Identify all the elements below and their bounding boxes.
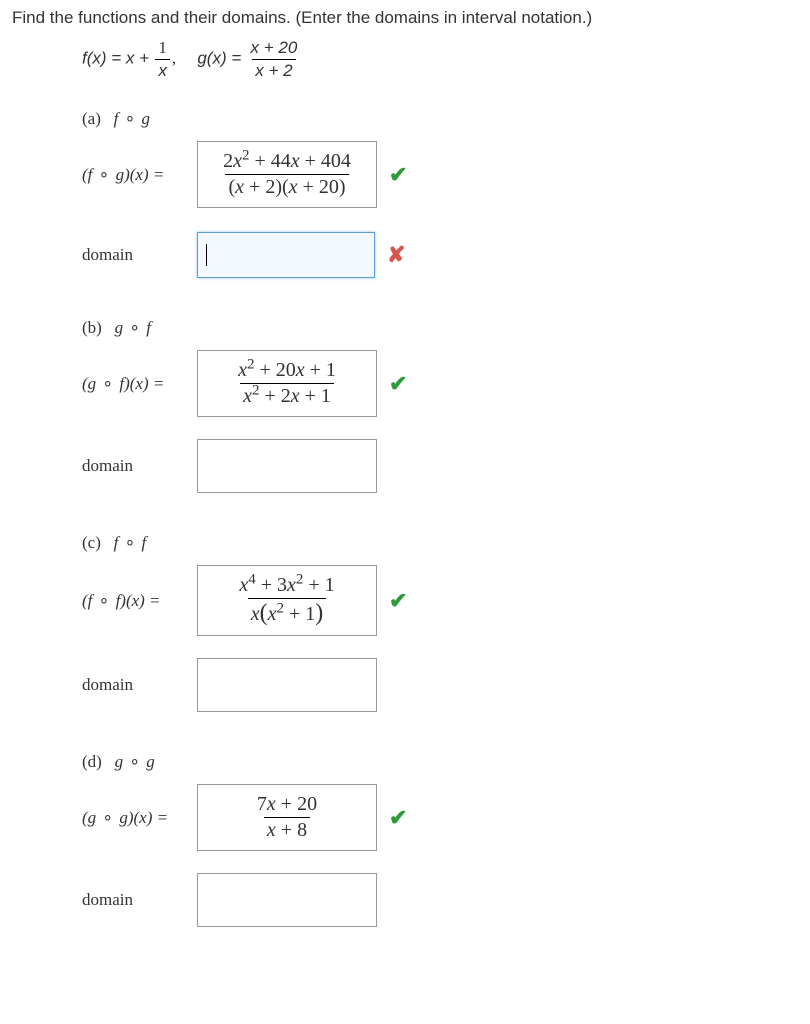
- part-a-domain-row: domain ✘: [82, 232, 798, 278]
- part-d-answer-row: (g ∘ g)(x) = 7x + 20 x + 8 ✔: [82, 784, 798, 851]
- domain-label: domain: [82, 245, 197, 265]
- given-functions: f(x) = x + 1 x , g(x) = x + 20 x + 2: [82, 38, 798, 81]
- check-icon: ✔: [389, 588, 407, 614]
- cross-icon: ✘: [387, 242, 405, 268]
- gog-domain-input[interactable]: [197, 873, 377, 927]
- f-fraction: 1 x: [155, 38, 170, 81]
- domain-label: domain: [82, 890, 197, 910]
- part-b-answer-row: (g ∘ f)(x) = x2 + 20x + 1 x2 + 2x + 1 ✔: [82, 350, 798, 417]
- part-a-label: (a) f ∘ g: [82, 109, 798, 129]
- domain-label: domain: [82, 456, 197, 476]
- part-c-domain-row: domain: [82, 658, 798, 712]
- part-d-domain-row: domain: [82, 873, 798, 927]
- domain-label: domain: [82, 675, 197, 695]
- part-d-label: (d) g ∘ g: [82, 752, 798, 772]
- check-icon: ✔: [389, 371, 407, 397]
- question-text: Find the functions and their domains. (E…: [12, 8, 798, 28]
- gof-lhs: (g ∘ f)(x) =: [82, 374, 197, 394]
- fog-answer-input[interactable]: 2x2 + 44x + 404 (x + 2)(x + 20): [197, 141, 377, 208]
- part-b-label: (b) g ∘ f: [82, 318, 798, 338]
- check-icon: ✔: [389, 162, 407, 188]
- part-c-answer-row: (f ∘ f)(x) = x4 + 3x2 + 1 x(x2 + 1) ✔: [82, 565, 798, 636]
- fof-domain-input[interactable]: [197, 658, 377, 712]
- gof-answer-input[interactable]: x2 + 20x + 1 x2 + 2x + 1: [197, 350, 377, 417]
- text-cursor: [206, 244, 207, 266]
- fog-domain-input[interactable]: [197, 232, 375, 278]
- check-icon: ✔: [389, 805, 407, 831]
- part-a-answer-row: (f ∘ g)(x) = 2x2 + 44x + 404 (x + 2)(x +…: [82, 141, 798, 208]
- gof-domain-input[interactable]: [197, 439, 377, 493]
- fog-lhs: (f ∘ g)(x) =: [82, 165, 197, 185]
- part-c-label: (c) f ∘ f: [82, 533, 798, 553]
- g-fraction: x + 20 x + 2: [248, 38, 301, 81]
- part-b-domain-row: domain: [82, 439, 798, 493]
- gog-lhs: (g ∘ g)(x) =: [82, 808, 197, 828]
- gog-answer-input[interactable]: 7x + 20 x + 8: [197, 784, 377, 851]
- fof-lhs: (f ∘ f)(x) =: [82, 591, 197, 611]
- fof-answer-input[interactable]: x4 + 3x2 + 1 x(x2 + 1): [197, 565, 377, 636]
